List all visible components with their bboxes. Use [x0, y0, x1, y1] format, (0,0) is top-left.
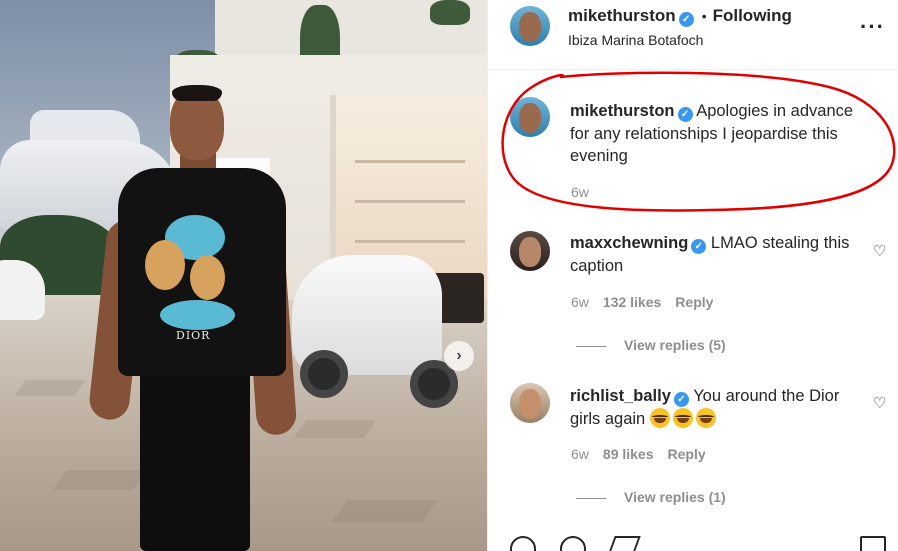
caption-avatar[interactable]	[510, 97, 550, 137]
comment-meta: 6w 89 likes Reply	[571, 446, 706, 462]
reply-button[interactable]: Reply	[675, 294, 713, 310]
comment-avatar[interactable]	[510, 383, 550, 423]
author-username[interactable]: mikethurston	[568, 6, 676, 25]
divider-line	[576, 497, 606, 499]
view-replies-button[interactable]: View replies (5)	[576, 337, 726, 353]
laughing-emoji-icon	[672, 407, 693, 428]
comment-icon[interactable]	[560, 536, 586, 551]
comment-avatar[interactable]	[510, 231, 550, 271]
caption-text: mikethurston ✓ Apologies in advance for a…	[570, 100, 870, 168]
comment-likes[interactable]: 89 likes	[603, 446, 654, 462]
comment-text: richlist_bally ✓ You around the Dior girl…	[570, 385, 870, 430]
photo-man-legs	[140, 365, 250, 551]
post-actions-bar	[488, 536, 898, 551]
verified-badge-icon: ✓	[673, 392, 689, 407]
photo-tile	[14, 380, 86, 396]
post-header: mikethurston ✓ • Following Ibiza Marina Bot…	[488, 0, 898, 70]
comment-likes[interactable]: 132 likes	[603, 294, 661, 310]
photo-plant	[430, 0, 470, 25]
comment-meta: 6w 132 likes Reply	[571, 294, 713, 310]
laughing-emoji-icon	[649, 407, 670, 428]
follow-status-button[interactable]: Following	[713, 6, 792, 25]
photo-shirt-print	[145, 240, 185, 290]
photo-tile	[52, 470, 148, 490]
verified-badge-icon: ✓	[677, 107, 693, 122]
caption-username[interactable]: mikethurston	[570, 102, 675, 120]
view-replies-label: View replies (5)	[624, 337, 726, 353]
laughing-emoji-icon	[695, 407, 716, 428]
photo-shelf	[355, 160, 465, 163]
header-user-line: mikethurston ✓ • Following	[568, 6, 792, 27]
view-replies-button[interactable]: View replies (1)	[576, 489, 726, 505]
caption-timestamp[interactable]: 6w	[571, 184, 589, 200]
laughing-emoji-group	[649, 407, 719, 428]
chevron-right-icon: ›	[456, 347, 462, 364]
photo-shirt-print	[190, 255, 225, 300]
comment-timestamp[interactable]: 6w	[571, 446, 589, 462]
like-comment-heart-icon[interactable]: ♡	[873, 394, 886, 412]
divider-line	[576, 345, 606, 347]
comment-username[interactable]: richlist_bally	[570, 387, 671, 405]
reply-button[interactable]: Reply	[668, 446, 706, 462]
author-avatar[interactable]	[510, 6, 550, 46]
comment-text: maxxchewning ✓ LMAO stealing this caption	[570, 232, 870, 277]
comment-username[interactable]: maxxchewning	[570, 234, 688, 252]
like-heart-icon[interactable]	[510, 536, 536, 551]
separator-dot: •	[701, 8, 707, 24]
carousel-next-button[interactable]: ›	[444, 341, 474, 371]
photo-tile	[293, 420, 377, 438]
share-icon[interactable]	[605, 536, 641, 551]
verified-badge-icon: ✓	[678, 12, 694, 27]
photo-shirt-print	[160, 300, 235, 330]
photo-shelf	[355, 200, 465, 203]
post-photo: DIOR ›	[0, 0, 487, 551]
like-comment-heart-icon[interactable]: ♡	[873, 242, 886, 260]
post-location[interactable]: Ibiza Marina Botafoch	[568, 32, 703, 48]
photo-scooter-wheel	[300, 350, 348, 398]
save-bookmark-icon[interactable]	[860, 536, 886, 551]
photo-tile	[332, 500, 438, 522]
verified-badge-icon: ✓	[691, 239, 707, 254]
view-replies-label: View replies (1)	[624, 489, 726, 505]
photo-shirt-text: DIOR	[176, 329, 211, 342]
photo-man-hair	[172, 85, 222, 101]
comment-timestamp[interactable]: 6w	[571, 294, 589, 310]
post-detail-panel: mikethurston ✓ • Following Ibiza Marina Bot…	[487, 0, 898, 551]
more-options-icon[interactable]: ···	[860, 14, 885, 40]
photo-shelf	[355, 240, 465, 243]
